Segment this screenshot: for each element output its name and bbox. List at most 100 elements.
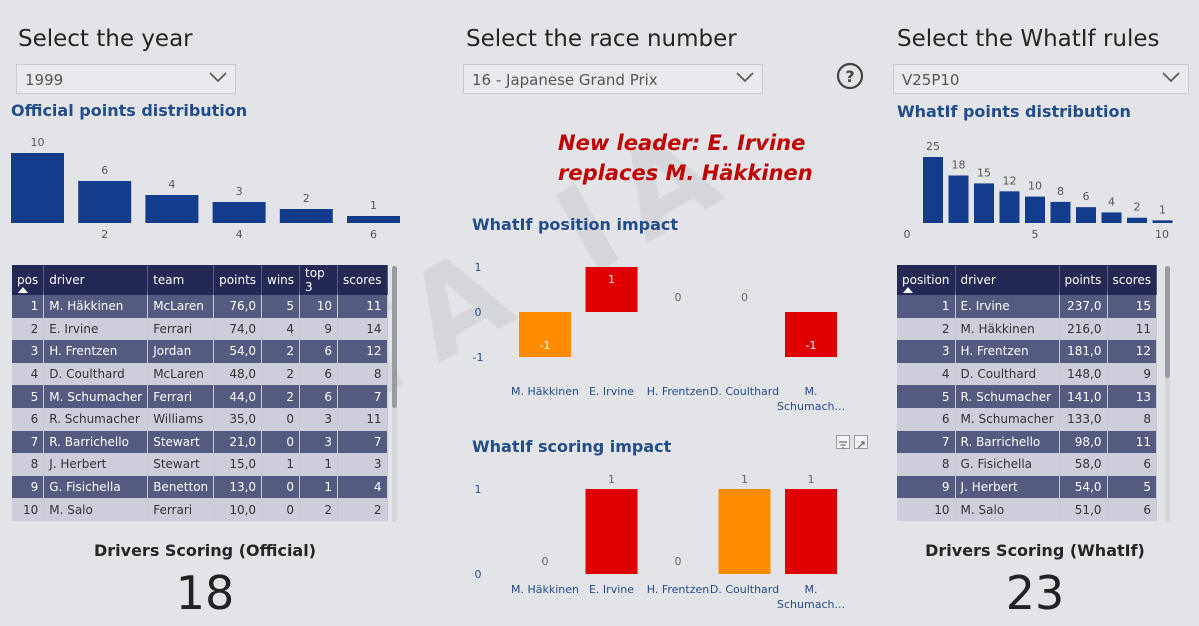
column-header-points[interactable]: points [213, 265, 263, 295]
dist-value-label: 1 [1159, 203, 1166, 216]
category-label: D. Coulthard [710, 385, 779, 398]
table-row[interactable]: 5 R. Schumacher 141,0 13 [897, 385, 1158, 408]
table-cell: R. Barrichello [43, 430, 149, 454]
table-cell: 4 [337, 475, 388, 499]
column-header-driver[interactable]: driver [955, 265, 1060, 295]
table-cell: 2 [299, 498, 339, 521]
dist-x-tick: 5 [1032, 228, 1039, 241]
scoring-impact-chart: 1 0 0 M. Häkkinen 1 E. Irvine 0 H. Frentzen 1 D. … [475, 473, 845, 611]
table-cell: G. Fisichella [955, 453, 1060, 476]
dist-x-tick: 6 [370, 228, 377, 241]
dist-value-label: 1 [370, 199, 377, 212]
impact-value-label: 0 [542, 555, 549, 568]
column-header-scores[interactable]: scores [337, 265, 388, 295]
table-cell: E. Irvine [955, 295, 1060, 318]
race-dropdown[interactable]: 16 - Japanese Grand Prix [463, 64, 763, 94]
table-cell: 6 [1107, 453, 1158, 476]
table-row[interactable]: 4 D. Coulthard McLaren 48,0 2 6 8 [12, 362, 388, 386]
table-row[interactable]: 10 M. Salo Ferrari 10,0 0 2 2 [12, 498, 388, 521]
column-header-driver[interactable]: driver [43, 265, 149, 295]
leader-line-2: replaces M. Häkkinen [558, 161, 813, 185]
official-table-scrollbar[interactable] [392, 266, 397, 522]
table-cell: Stewart [147, 430, 215, 454]
dist-bar [145, 195, 199, 223]
column-header-label: scores [1112, 273, 1152, 287]
dist-bar [1101, 212, 1122, 223]
table-row[interactable]: 6 M. Schumacher 133,0 8 [897, 407, 1158, 431]
column-header-points[interactable]: points [1059, 265, 1108, 295]
column-header-position[interactable]: position [897, 265, 956, 295]
leader-line-1: New leader: E. Irvine [558, 131, 806, 155]
table-cell: 21,0 [213, 430, 263, 454]
table-row[interactable]: 2 M. Häkkinen 216,0 11 [897, 317, 1158, 341]
dist-bar [923, 157, 943, 223]
table-cell: 148,0 [1059, 362, 1108, 386]
whatif-dist-chart: 25181512 10 8 6 4 2 10 5 10 [904, 140, 1173, 241]
table-cell: 13,0 [213, 475, 263, 499]
rules-dropdown[interactable]: V25P10 [893, 64, 1189, 94]
table-cell: 8 [337, 362, 388, 386]
table-cell: 6 [299, 362, 339, 386]
impact-value-label: 1 [608, 273, 615, 286]
table-row[interactable]: 1 M. Häkkinen McLaren 76,0 5 10 11 [12, 295, 388, 318]
year-dropdown[interactable]: 1999 [16, 64, 236, 94]
whatif-dist-title: WhatIf points distribution [897, 102, 1131, 121]
table-cell: 1 [12, 295, 45, 318]
table-row[interactable]: 7 R. Barrichello Stewart 21,0 0 3 7 [12, 430, 388, 454]
whatif-table-scrollbar[interactable] [1165, 266, 1170, 522]
table-row[interactable]: 3 H. Frentzen Jordan 54,0 2 6 12 [12, 340, 388, 363]
focus-mode-icon[interactable] [854, 435, 868, 449]
column-header-wins[interactable]: wins [261, 265, 301, 295]
table-row[interactable]: 10 M. Salo 51,0 6 [897, 498, 1158, 521]
table-cell: 4 [261, 317, 301, 341]
filter-icon[interactable] [836, 435, 850, 449]
table-row[interactable]: 5 M. Schumacher Ferrari 44,0 2 6 7 [12, 385, 388, 408]
table-row[interactable]: 4 D. Coulthard 148,0 9 [897, 362, 1158, 386]
column-header-top-3[interactable]: top 3 [299, 265, 339, 295]
dist-x-tick: 2 [101, 228, 108, 241]
dist-bar [1076, 207, 1096, 223]
table-cell: 8 [897, 453, 956, 476]
column-header-scores[interactable]: scores [1107, 265, 1158, 295]
table-cell: 0 [261, 498, 301, 521]
table-row[interactable]: 3 H. Frentzen 181,0 12 [897, 340, 1158, 363]
dist-bar [1152, 220, 1173, 223]
table-row[interactable]: 8 J. Herbert Stewart 15,0 1 1 3 [12, 453, 388, 476]
table-cell: 1 [299, 453, 339, 476]
column-header-team[interactable]: team [147, 265, 215, 295]
official-scroll-thumb[interactable] [392, 266, 397, 408]
table-row[interactable]: 1 E. Irvine 237,0 15 [897, 295, 1158, 318]
table-row[interactable]: 9 J. Herbert 54,0 5 [897, 475, 1158, 499]
official-dist-chart: 10 6 4 3 2 1 2 4 6 [11, 136, 400, 241]
category-label: H. Frentzen [647, 385, 709, 398]
table-row[interactable]: 7 R. Barrichello 98,0 11 [897, 430, 1158, 454]
whatif-scroll-thumb[interactable] [1165, 266, 1170, 378]
table-cell: 9 [299, 317, 339, 341]
year-dropdown-value: 1999 [25, 71, 64, 89]
impact-value-label: 0 [741, 291, 748, 304]
column-header-label: scores [343, 273, 382, 287]
table-cell: 237,0 [1059, 295, 1108, 318]
dist-value-label: 4 [1108, 195, 1115, 208]
column-header-pos[interactable]: pos [12, 265, 45, 295]
table-cell: M. Salo [43, 498, 149, 521]
column-header-label: driver [49, 273, 85, 287]
table-cell: M. Häkkinen [43, 295, 149, 318]
table-row[interactable]: 6 R. Schumacher Williams 35,0 0 3 11 [12, 407, 388, 431]
table-cell: 13 [1107, 385, 1158, 408]
table-cell: 5 [897, 385, 956, 408]
table-cell: 10 [299, 295, 339, 318]
table-row[interactable]: 9 G. Fisichella Benetton 13,0 0 1 4 [12, 475, 388, 499]
y-tick-label: 0 [475, 568, 482, 581]
official-table-wrap: pos driver team points wins top 3 scores 1 M. H… [12, 265, 388, 521]
impact-value-label: -1 [540, 339, 551, 352]
dist-bar [78, 181, 132, 223]
question-circle-icon[interactable]: ? [836, 62, 864, 90]
y-tick-label: 0 [475, 306, 482, 319]
table-row[interactable]: 2 E. Irvine Ferrari 74,0 4 9 14 [12, 317, 388, 341]
table-cell: 8 [1107, 407, 1158, 431]
impact-value-label: 1 [808, 473, 815, 486]
table-cell: 6 [12, 407, 45, 431]
table-cell: 2 [261, 362, 301, 386]
table-row[interactable]: 8 G. Fisichella 58,0 6 [897, 453, 1158, 476]
